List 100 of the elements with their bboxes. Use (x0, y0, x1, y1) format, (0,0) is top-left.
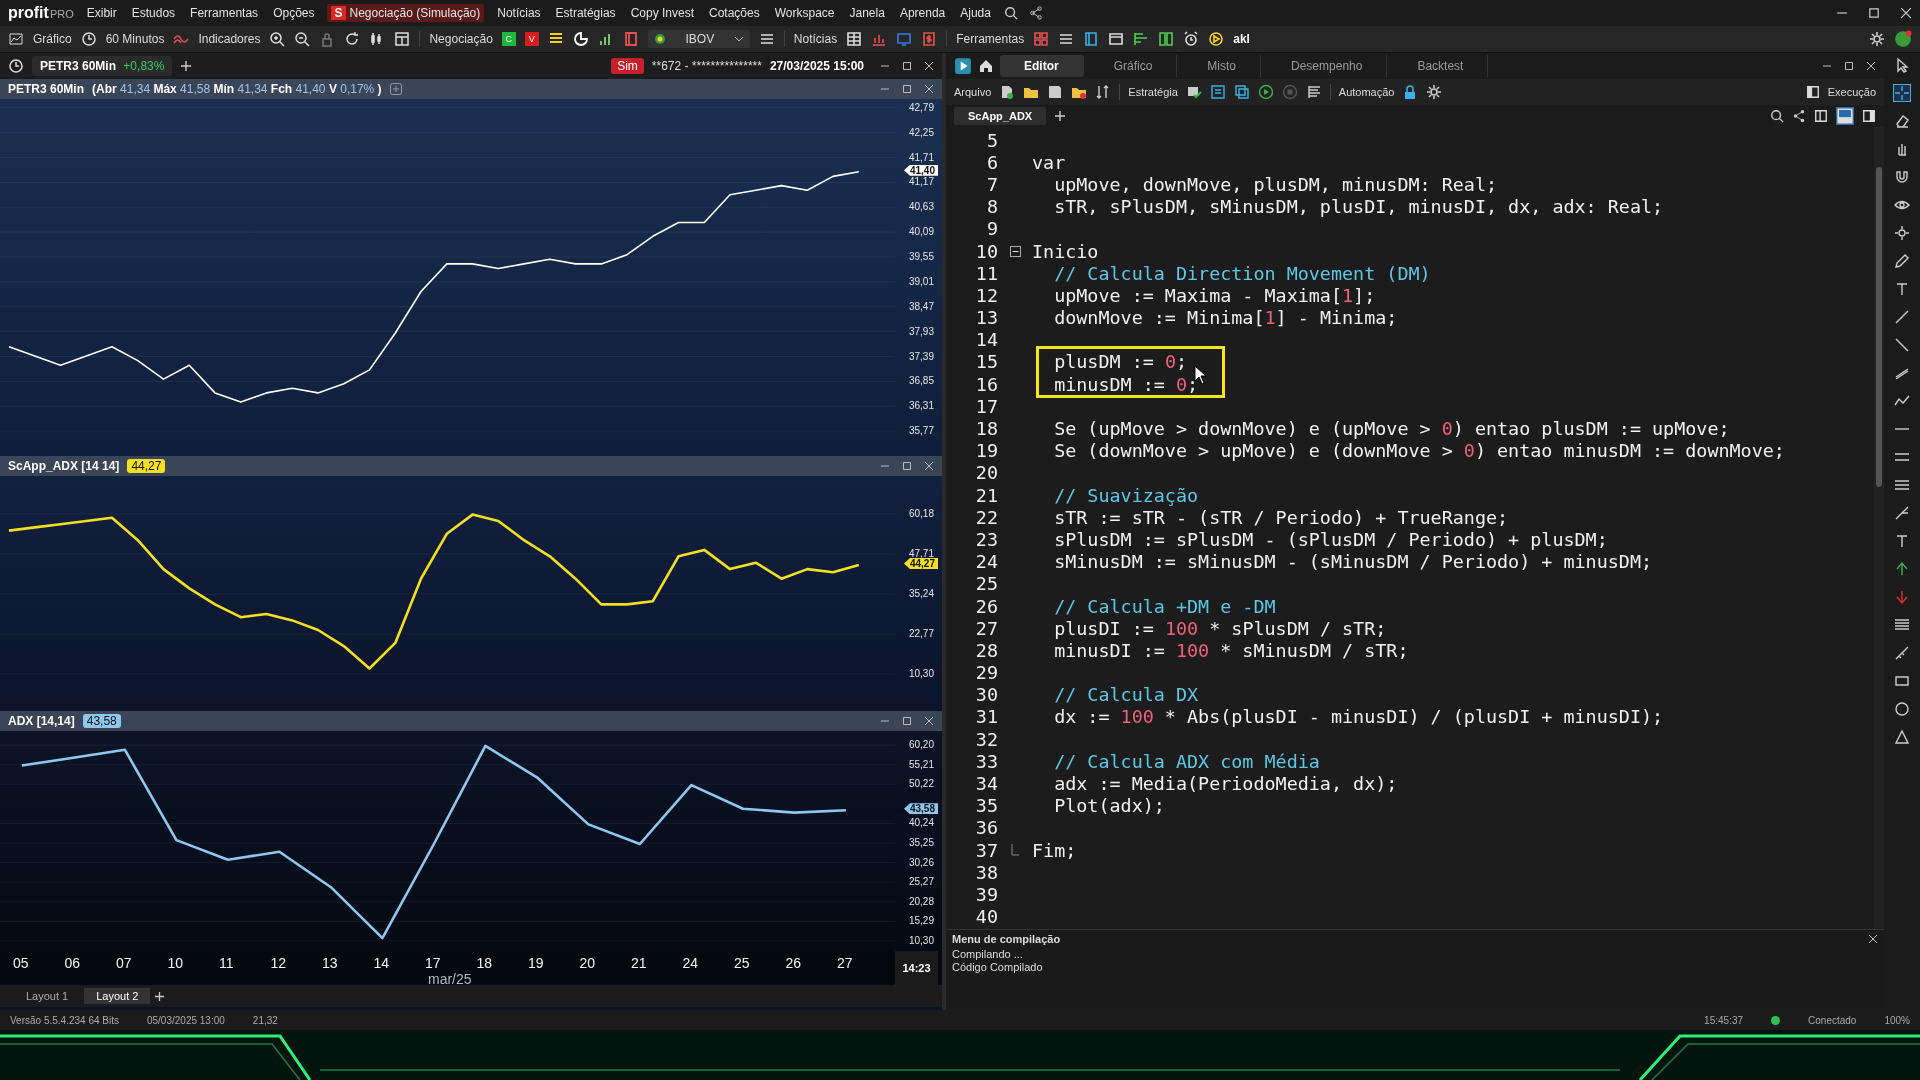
add-icon[interactable] (180, 60, 193, 72)
menu-item[interactable]: S Negociação (Simulação) (327, 4, 485, 22)
close-icon[interactable] (924, 84, 934, 94)
close-icon[interactable] (924, 61, 934, 71)
menu-item[interactable]: Estratégias (553, 4, 618, 22)
save-icon[interactable] (1047, 84, 1064, 100)
search-icon[interactable] (1770, 109, 1784, 123)
menu-icon[interactable] (1058, 31, 1075, 47)
menu-item[interactable]: Estudos (129, 4, 178, 22)
share-icon[interactable] (1028, 6, 1043, 20)
menu-item[interactable]: Exibir (84, 4, 119, 22)
maximize-icon[interactable] (902, 716, 912, 726)
close-icon[interactable] (1866, 61, 1876, 71)
clock-icon[interactable] (8, 58, 24, 74)
close-icon[interactable] (924, 461, 934, 471)
channel-icon[interactable] (1894, 477, 1910, 493)
file-tab[interactable]: ScApp_ADX (954, 107, 1047, 125)
add-icon[interactable] (154, 990, 166, 1002)
grid-icon[interactable] (1033, 31, 1050, 47)
window-icon[interactable] (1233, 84, 1250, 100)
compile-icon[interactable] (1185, 84, 1202, 100)
file-menu[interactable]: Arquivo (954, 86, 992, 98)
maximize-icon[interactable] (902, 461, 912, 471)
editor-tab[interactable]: Misto (1183, 55, 1262, 77)
fold-toggle-icon[interactable] (1009, 245, 1021, 257)
menu-item[interactable]: Workspace (772, 4, 837, 22)
layout-tab[interactable]: Layout 1 (14, 988, 81, 1004)
menu-item[interactable]: Notícias (495, 4, 543, 22)
arrow-down-icon[interactable] (1894, 589, 1910, 605)
maximize-icon[interactable] (902, 84, 912, 94)
index-dropdown[interactable]: IBOV (647, 30, 750, 48)
menu-item[interactable]: Copy Invest (628, 4, 696, 22)
editor-tab[interactable]: Editor (1000, 55, 1084, 77)
refresh-icon[interactable] (344, 31, 361, 47)
book-icon[interactable] (1083, 31, 1100, 47)
close-icon[interactable] (924, 716, 934, 726)
arrow-up-icon[interactable] (1894, 561, 1910, 577)
text-icon[interactable] (1894, 533, 1910, 549)
layout-tab[interactable]: Layout 2 (84, 988, 151, 1004)
menu-item[interactable]: Janela (847, 4, 887, 22)
fork-icon[interactable] (1894, 505, 1910, 521)
menu-item[interactable]: Aprenda (897, 4, 948, 22)
scrollbar[interactable] (1874, 127, 1884, 929)
tv-icon[interactable] (896, 31, 913, 47)
search-icon[interactable] (1003, 6, 1018, 20)
eraser-icon[interactable] (1894, 113, 1910, 129)
clock-icon[interactable] (80, 31, 97, 47)
dollar-icon[interactable] (921, 31, 938, 47)
list-icon[interactable] (1305, 84, 1322, 100)
maximize-icon[interactable] (1844, 61, 1854, 71)
line-tool-icon[interactable] (1894, 365, 1910, 381)
text-icon[interactable] (1894, 281, 1910, 297)
rectangle-icon[interactable] (1894, 673, 1910, 689)
add-icon[interactable] (1054, 110, 1067, 122)
tools-button[interactable]: Ferramentas (956, 32, 1025, 46)
close-icon[interactable] (1900, 7, 1912, 19)
book-icon[interactable] (622, 31, 639, 47)
strategy-menu[interactable]: Estratégia (1128, 86, 1178, 98)
menu-item[interactable]: Cotações (707, 4, 762, 22)
panel-icon[interactable] (1814, 109, 1828, 123)
zoom-out-icon[interactable] (294, 31, 311, 47)
chart-tab[interactable]: PETR3 60Min +0,83% (32, 56, 173, 76)
execution-button[interactable]: Execução (1827, 86, 1876, 98)
sell-button[interactable]: V (524, 32, 539, 46)
play-circle-icon[interactable] (1257, 84, 1274, 100)
indicators-button[interactable]: Indicadores (198, 32, 261, 46)
maximize-icon[interactable] (902, 61, 912, 71)
home-icon[interactable] (978, 58, 994, 74)
pencil-icon[interactable] (1894, 253, 1910, 269)
pie-chart-icon[interactable] (572, 31, 589, 47)
ruler-icon[interactable] (1894, 645, 1910, 661)
alarm-clock-icon[interactable] (1183, 31, 1200, 47)
maximize-icon[interactable] (1868, 7, 1880, 19)
menu-item[interactable]: Opções (271, 4, 317, 22)
chart-button[interactable]: Gráfico (33, 32, 72, 46)
interval-button[interactable]: 60 Minutos (105, 32, 165, 46)
grid-icon[interactable] (1158, 31, 1175, 47)
zoom-in-icon[interactable] (269, 31, 286, 47)
automation-menu[interactable]: Automação (1338, 86, 1395, 98)
editor-tab[interactable]: Desempenho (1267, 55, 1388, 77)
news-button[interactable]: Notícias (793, 32, 838, 46)
layout-icon[interactable] (394, 31, 411, 47)
share-icon[interactable] (1792, 109, 1806, 123)
fibonacci-icon[interactable] (1894, 617, 1910, 633)
table-icon[interactable] (846, 31, 863, 47)
menu-item[interactable]: Ferramentas (188, 4, 261, 22)
akl-button[interactable]: akl (1233, 32, 1250, 46)
menu-icon[interactable] (758, 31, 775, 47)
window-icon[interactable] (1108, 31, 1125, 47)
editor-tab[interactable]: Gráfico (1089, 55, 1178, 77)
step-icon[interactable] (1209, 84, 1226, 100)
triangle-icon[interactable] (1894, 729, 1910, 745)
panel-icon[interactable] (1805, 85, 1820, 99)
line-tool-icon[interactable] (1894, 337, 1910, 353)
line-tool-icon[interactable] (1894, 309, 1910, 325)
pointer-icon[interactable] (1894, 57, 1910, 73)
play-icon[interactable] (954, 57, 972, 75)
editor-tab[interactable]: Backtest (1393, 55, 1489, 77)
new-file-icon[interactable] (999, 84, 1016, 100)
close-icon[interactable] (1868, 934, 1878, 944)
